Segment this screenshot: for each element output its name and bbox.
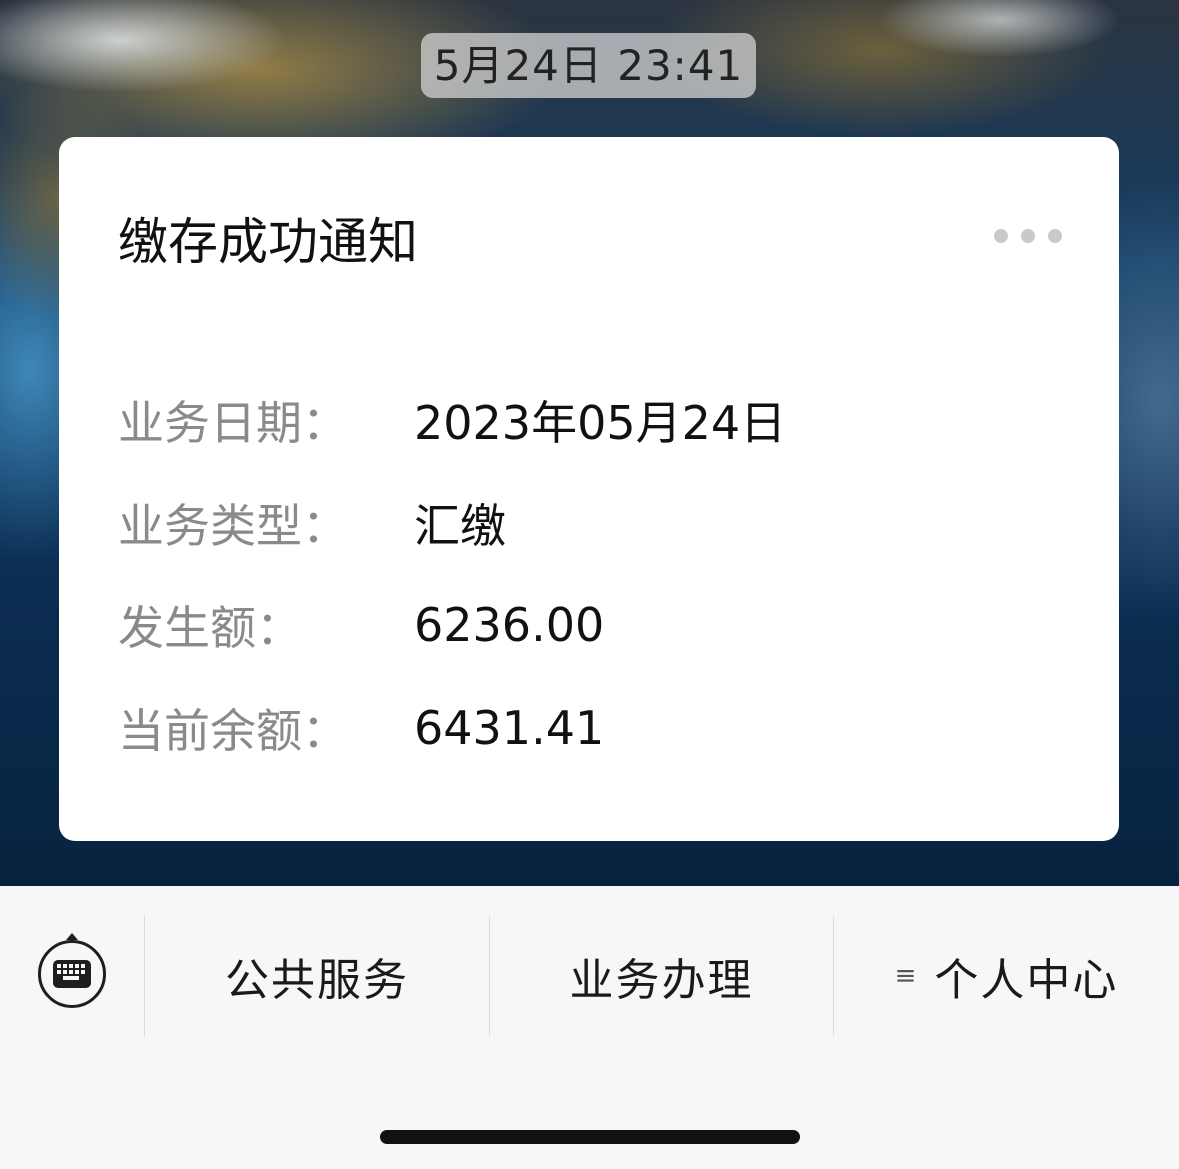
detail-row-type: 业务类型： 汇缴 xyxy=(118,472,786,575)
key xyxy=(81,964,85,968)
message-timestamp: 5月24日 23:41 xyxy=(421,33,756,98)
key xyxy=(63,964,67,968)
home-indicator[interactable] xyxy=(380,1130,800,1144)
row-value: 2023年05月24日 xyxy=(414,396,787,451)
submenu-icon: ≡ xyxy=(894,961,917,991)
detail-rows: 业务日期： 2023年05月24日 业务类型： 汇缴 发生额： 6236.00 … xyxy=(118,369,786,779)
keyboard-keys xyxy=(57,964,87,980)
menu-item-label: 公共服务 xyxy=(225,955,409,1006)
key xyxy=(75,970,79,974)
row-value: 汇缴 xyxy=(414,498,506,553)
space-key xyxy=(63,976,79,980)
more-dots-icon[interactable] xyxy=(994,229,1062,243)
row-label: 当前余额： xyxy=(118,703,348,758)
menu-item-public-services[interactable]: 公共服务 xyxy=(145,916,490,1036)
up-arrow-icon xyxy=(66,933,78,940)
row-label: 发生额： xyxy=(118,601,302,656)
bottom-menu-bar: 公共服务 业务办理 ≡ 个人中心 xyxy=(0,886,1179,1169)
menu-item-business[interactable]: 业务办理 xyxy=(490,916,834,1036)
detail-row-amount: 发生额： 6236.00 xyxy=(118,574,786,677)
detail-row-balance: 当前余额： 6431.41 xyxy=(118,677,786,780)
card-title: 缴存成功通知 xyxy=(118,213,418,271)
menu-row: 公共服务 业务办理 ≡ 个人中心 xyxy=(0,916,1179,1036)
key xyxy=(69,970,73,974)
keyboard-body xyxy=(53,960,91,988)
menu-item-label: 个人中心 xyxy=(934,955,1119,1006)
detail-row-date: 业务日期： 2023年05月24日 xyxy=(118,369,786,472)
row-value: 6431.41 xyxy=(414,700,605,755)
dot xyxy=(1021,229,1035,243)
menu-item-label: 业务办理 xyxy=(569,955,754,1006)
keyboard-icon[interactable] xyxy=(38,940,106,1008)
key xyxy=(57,970,61,974)
key xyxy=(75,964,79,968)
row-label: 业务日期： xyxy=(118,396,348,451)
key xyxy=(81,970,85,974)
notification-card[interactable]: 缴存成功通知 业务日期： 2023年05月24日 业务类型： 汇缴 发生额： 6… xyxy=(59,137,1119,841)
key xyxy=(63,970,67,974)
dot xyxy=(1048,229,1062,243)
row-label: 业务类型： xyxy=(118,498,348,553)
keyboard-toggle[interactable] xyxy=(0,916,145,1036)
dot xyxy=(994,229,1008,243)
key xyxy=(57,964,61,968)
row-value: 6236.00 xyxy=(414,598,605,653)
key xyxy=(69,964,73,968)
menu-item-personal-center[interactable]: ≡ 个人中心 xyxy=(834,916,1179,1036)
